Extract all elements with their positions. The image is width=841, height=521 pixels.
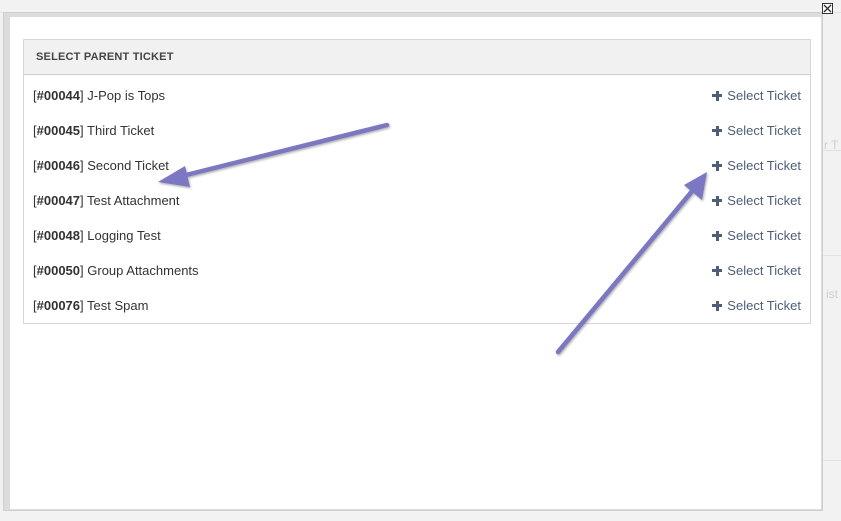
select-ticket-label: Select Ticket xyxy=(727,123,801,138)
ticket-id: #00047 xyxy=(36,193,81,208)
ticket-id: #00045 xyxy=(36,123,81,138)
plus-icon xyxy=(712,300,723,311)
ticket-id: #00050 xyxy=(36,263,81,278)
close-button[interactable] xyxy=(822,3,833,14)
plus-icon xyxy=(712,160,723,171)
ticket-name: Third Ticket xyxy=(83,123,155,138)
select-ticket-button[interactable]: Select Ticket xyxy=(712,298,801,313)
ticket-row: [#00046] Second Ticket Select Ticket xyxy=(23,148,811,183)
ticket-name: Second Ticket xyxy=(83,158,169,173)
ticket-name: Test Spam xyxy=(83,298,149,313)
ticket-title: [#00047] Test Attachment xyxy=(33,193,180,208)
ticket-title: [#00048] Logging Test xyxy=(33,228,161,243)
close-icon xyxy=(823,4,832,13)
plus-icon xyxy=(712,195,723,206)
ticket-title: [#00045] Third Ticket xyxy=(33,123,154,138)
select-ticket-button[interactable]: Select Ticket xyxy=(712,263,801,278)
ticket-row: [#00045] Third Ticket Select Ticket xyxy=(23,113,811,148)
plus-icon xyxy=(712,125,723,136)
background-text: r T xyxy=(824,138,839,152)
select-ticket-label: Select Ticket xyxy=(727,298,801,313)
ticket-list: [#00044] J-Pop is Tops Select Ticket [#000… xyxy=(23,78,811,323)
ticket-name: Test Attachment xyxy=(83,193,180,208)
ticket-row: [#00048] Logging Test Select Ticket xyxy=(23,218,811,253)
ticket-row: [#00044] J-Pop is Tops Select Ticket xyxy=(23,78,811,113)
select-ticket-label: Select Ticket xyxy=(727,228,801,243)
ticket-row: [#00076] Test Spam Select Ticket xyxy=(23,288,811,323)
select-ticket-button[interactable]: Select Ticket xyxy=(712,158,801,173)
background-divider xyxy=(822,460,841,461)
ticket-row: [#00050] Group Attachments Select Ticket xyxy=(23,253,811,288)
ticket-id: #00048 xyxy=(36,228,81,243)
ticket-title: [#00046] Second Ticket xyxy=(33,158,169,173)
background-text: ist xyxy=(826,287,838,301)
select-ticket-button[interactable]: Select Ticket xyxy=(712,88,801,103)
ticket-name: J-Pop is Tops xyxy=(83,88,166,103)
select-ticket-button[interactable]: Select Ticket xyxy=(712,123,801,138)
ticket-name: Group Attachments xyxy=(83,263,199,278)
plus-icon xyxy=(712,230,723,241)
select-ticket-label: Select Ticket xyxy=(727,263,801,278)
ticket-title: [#00076] Test Spam xyxy=(33,298,148,313)
ticket-name: Logging Test xyxy=(83,228,161,243)
select-ticket-button[interactable]: Select Ticket xyxy=(712,228,801,243)
ticket-title: [#00044] J-Pop is Tops xyxy=(33,88,165,103)
select-ticket-label: Select Ticket xyxy=(727,158,801,173)
panel-title: SELECT PARENT TICKET xyxy=(24,40,810,75)
ticket-title: [#00050] Group Attachments xyxy=(33,263,199,278)
select-ticket-button[interactable]: Select Ticket xyxy=(712,193,801,208)
plus-icon xyxy=(712,265,723,276)
ticket-id: #00076 xyxy=(36,298,81,313)
plus-icon xyxy=(712,90,723,101)
background-divider xyxy=(822,255,841,256)
ticket-row: [#00047] Test Attachment Select Ticket xyxy=(23,183,811,218)
ticket-id: #00046 xyxy=(36,158,81,173)
select-ticket-label: Select Ticket xyxy=(727,193,801,208)
select-ticket-label: Select Ticket xyxy=(727,88,801,103)
ticket-id: #00044 xyxy=(36,88,81,103)
